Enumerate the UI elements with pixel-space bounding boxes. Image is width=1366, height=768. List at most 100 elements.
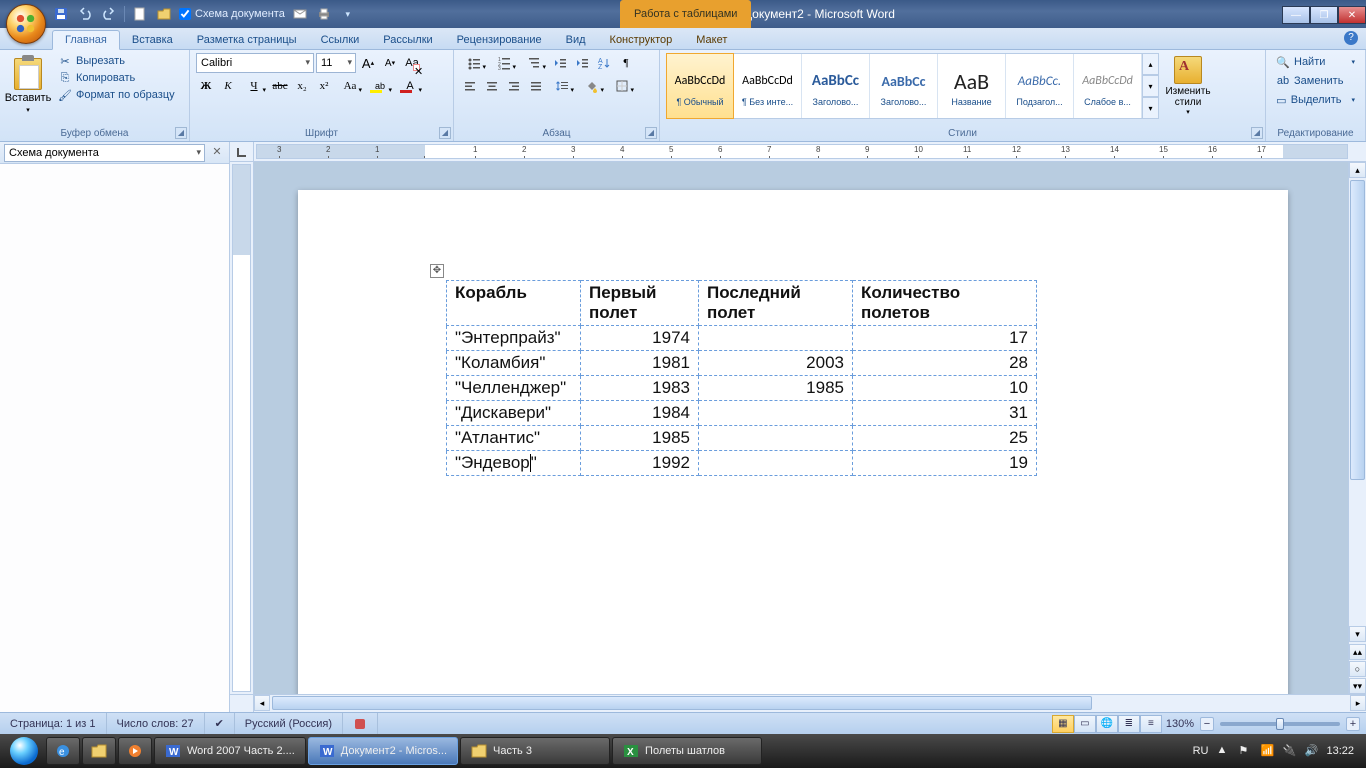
taskbar-item[interactable]: Часть 3 bbox=[460, 737, 610, 765]
taskbar-pinned-explorer[interactable] bbox=[82, 737, 116, 765]
find-button[interactable]: 🔍Найти bbox=[1272, 53, 1359, 71]
style-item[interactable]: AaBbCcDdСлабое в... bbox=[1074, 54, 1142, 118]
table-row[interactable]: "Дискавери"198431 bbox=[447, 401, 1037, 426]
status-macro[interactable] bbox=[343, 713, 378, 734]
view-draft[interactable]: ≡ bbox=[1140, 715, 1162, 733]
tab-table-layout[interactable]: Макет bbox=[684, 31, 739, 49]
cell-last[interactable]: 2003 bbox=[699, 351, 853, 376]
tray-volume-icon[interactable]: 🔊 bbox=[1304, 744, 1318, 758]
ruler-toggle[interactable] bbox=[230, 695, 254, 712]
hscroll-right[interactable]: ▸ bbox=[1350, 695, 1366, 711]
table-move-handle[interactable]: ✥ bbox=[430, 264, 444, 278]
minimize-button[interactable]: — bbox=[1282, 6, 1310, 24]
start-button[interactable] bbox=[4, 736, 44, 766]
table-row[interactable]: "Атлантис"1985 25 bbox=[447, 426, 1037, 451]
subscript-button[interactable]: x₂ bbox=[292, 76, 312, 96]
cell-first[interactable]: 1974 bbox=[581, 326, 699, 351]
horizontal-scrollbar[interactable]: ◂ ▸ bbox=[254, 695, 1366, 712]
tab-mailings[interactable]: Рассылки bbox=[371, 31, 444, 49]
view-web-layout[interactable]: 🌐 bbox=[1096, 715, 1118, 733]
cell-ship[interactable]: "Дискавери" bbox=[447, 401, 581, 426]
cell-count[interactable]: 25 bbox=[853, 426, 1037, 451]
tray-lang[interactable]: RU bbox=[1193, 745, 1209, 757]
document-table[interactable]: Корабль Первый полет Последний полет Кол… bbox=[446, 280, 1037, 476]
highlight-button[interactable]: ab bbox=[366, 76, 394, 96]
view-full-screen[interactable]: ▭ bbox=[1074, 715, 1096, 733]
table-row[interactable]: "Энтерпрайз"1974 17 bbox=[447, 326, 1037, 351]
italic-button[interactable]: К bbox=[218, 76, 238, 96]
paste-button[interactable]: Вставить ▾ bbox=[6, 53, 50, 119]
cell-first[interactable]: 1992 bbox=[581, 451, 699, 476]
taskbar-item[interactable]: XПолеты шатлов bbox=[612, 737, 762, 765]
qat-save-icon[interactable] bbox=[52, 5, 70, 23]
cell-count[interactable]: 31 bbox=[853, 401, 1037, 426]
ruler-horizontal[interactable]: 3211234567891011121314151617 bbox=[256, 144, 1348, 159]
style-item[interactable]: AaBbCc.Подзагол... bbox=[1006, 54, 1074, 118]
select-button[interactable]: ▭Выделить bbox=[1272, 91, 1359, 109]
font-color-button[interactable]: A bbox=[396, 76, 424, 96]
styles-scroll-down[interactable]: ▾ bbox=[1143, 75, 1159, 97]
tab-selector[interactable] bbox=[230, 142, 254, 161]
cell-ship[interactable]: "Атлантис" bbox=[447, 426, 581, 451]
maximize-button[interactable]: ❐ bbox=[1310, 6, 1338, 24]
hscroll-left[interactable]: ◂ bbox=[254, 695, 270, 711]
styles-launcher[interactable]: ◢ bbox=[1251, 127, 1263, 139]
shading-button[interactable] bbox=[578, 76, 606, 96]
cell-first[interactable]: 1981 bbox=[581, 351, 699, 376]
font-size-combo[interactable]: 11 bbox=[316, 53, 356, 73]
th-first[interactable]: Первый полет bbox=[581, 281, 699, 326]
close-button[interactable]: ✕ bbox=[1338, 6, 1366, 24]
styles-expand[interactable]: ▾ bbox=[1143, 97, 1159, 119]
cell-last[interactable] bbox=[699, 451, 853, 476]
format-painter-button[interactable]: 🖌Формат по образцу bbox=[54, 87, 179, 103]
tray-action-center-icon[interactable]: ⚑ bbox=[1238, 744, 1252, 758]
taskbar-pinned-ie[interactable]: e bbox=[46, 737, 80, 765]
qat-redo-icon[interactable] bbox=[100, 5, 118, 23]
qat-mail-icon[interactable] bbox=[291, 5, 309, 23]
line-spacing-button[interactable] bbox=[548, 76, 576, 96]
view-outline[interactable]: ≣ bbox=[1118, 715, 1140, 733]
cell-ship[interactable]: "Энтерпрайз" bbox=[447, 326, 581, 351]
table-row[interactable]: "Эндевор"199219 bbox=[447, 451, 1037, 476]
status-page[interactable]: Страница: 1 из 1 bbox=[0, 713, 107, 734]
style-item[interactable]: AaBНазвание bbox=[938, 54, 1006, 118]
qat-new-icon[interactable] bbox=[131, 5, 149, 23]
prev-page-button[interactable]: ▴▴ bbox=[1349, 644, 1366, 660]
scroll-up-button[interactable]: ▴ bbox=[1349, 162, 1366, 178]
copy-button[interactable]: ⎘Копировать bbox=[54, 70, 179, 86]
bullets-button[interactable] bbox=[460, 53, 488, 73]
tray-clock[interactable]: 13:22 bbox=[1326, 745, 1354, 757]
docmap-combo[interactable]: Схема документа bbox=[4, 144, 205, 162]
browse-object-button[interactable]: ○ bbox=[1349, 661, 1366, 677]
numbering-button[interactable]: 123 bbox=[490, 53, 518, 73]
qat-more-icon[interactable]: ▾ bbox=[339, 5, 357, 23]
help-icon[interactable]: ? bbox=[1344, 31, 1358, 45]
tab-insert[interactable]: Вставка bbox=[120, 31, 185, 49]
status-language[interactable]: Русский (Россия) bbox=[235, 713, 343, 734]
decrease-indent-button[interactable] bbox=[550, 53, 570, 73]
hscroll-thumb[interactable] bbox=[272, 696, 1092, 710]
cell-last[interactable]: 1985 bbox=[699, 376, 853, 401]
next-page-button[interactable]: ▾▾ bbox=[1349, 678, 1366, 694]
status-words[interactable]: Число слов: 27 bbox=[107, 713, 205, 734]
taskbar-item[interactable]: WДокумент2 - Micros... bbox=[308, 737, 458, 765]
page-background[interactable]: ✥ Корабль Первый полет Последний полет К… bbox=[254, 162, 1348, 694]
cell-first[interactable]: 1983 bbox=[581, 376, 699, 401]
style-item[interactable]: AaBbCcDd¶ Без инте... bbox=[734, 54, 802, 118]
qat-open-icon[interactable] bbox=[155, 5, 173, 23]
zoom-slider[interactable] bbox=[1220, 722, 1340, 726]
sort-button[interactable]: AZ bbox=[594, 53, 614, 73]
styles-scroll-up[interactable]: ▴ bbox=[1143, 53, 1159, 75]
grow-font-button[interactable]: A▴ bbox=[358, 53, 378, 73]
tray-power-icon[interactable]: 🔌 bbox=[1282, 744, 1296, 758]
change-case-button[interactable]: Aa bbox=[336, 76, 364, 96]
cell-first[interactable]: 1985 bbox=[581, 426, 699, 451]
borders-button[interactable] bbox=[608, 76, 636, 96]
strike-button[interactable]: abc bbox=[270, 76, 290, 96]
increase-indent-button[interactable] bbox=[572, 53, 592, 73]
cell-count[interactable]: 17 bbox=[853, 326, 1037, 351]
qat-docmap-checkbox[interactable] bbox=[179, 8, 191, 20]
view-print-layout[interactable]: ▦ bbox=[1052, 715, 1074, 733]
zoom-slider-knob[interactable] bbox=[1276, 718, 1284, 730]
scroll-down-button[interactable]: ▾ bbox=[1349, 626, 1366, 642]
